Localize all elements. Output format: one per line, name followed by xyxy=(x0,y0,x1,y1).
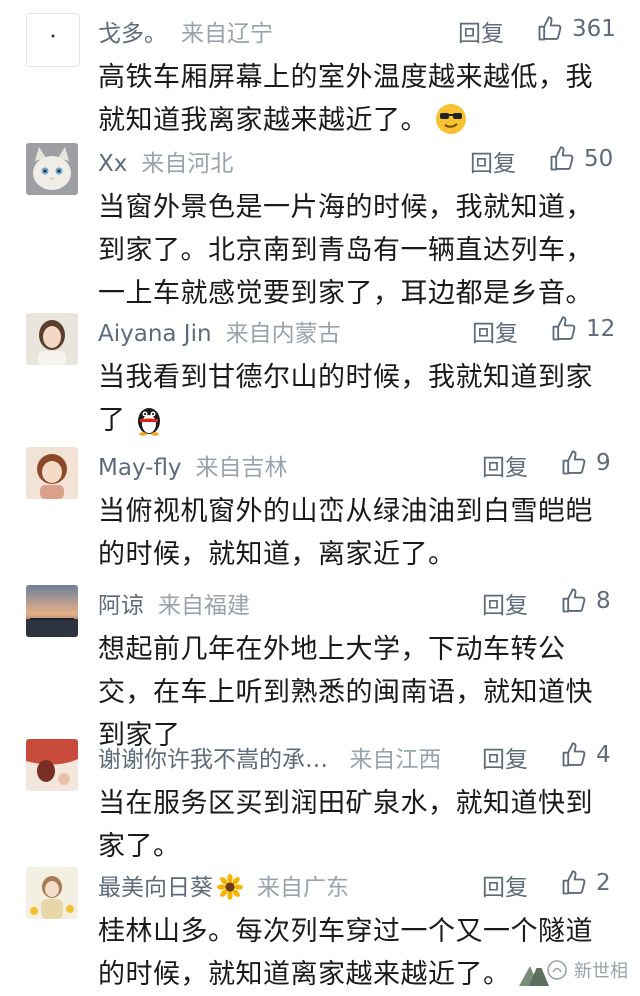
location-label: 来自吉林 xyxy=(195,455,288,481)
location-label: 来自江西 xyxy=(349,747,442,773)
thumbs-up-icon xyxy=(562,450,586,475)
penguin-emoji xyxy=(137,408,160,436)
username[interactable]: 戈多。 来自辽宁 xyxy=(98,14,273,48)
location-label: 来自福建 xyxy=(158,593,250,619)
thumbs-up-icon xyxy=(562,588,586,613)
username[interactable]: Aiyana Jin 来自内蒙古 xyxy=(98,314,341,348)
comment-text: 高铁车厢屏幕上的室外温度越来越低，我就知道我离家越来越近了。 xyxy=(98,62,593,136)
thumbs-up-icon xyxy=(562,870,586,895)
reply-button[interactable]: 回复 xyxy=(482,586,528,620)
thumbs-up-icon xyxy=(562,742,586,767)
watermark-logo-icon xyxy=(547,960,567,980)
comment-text: 当在服务区买到润田矿泉水，就知道快到家了。 xyxy=(98,788,593,862)
like-button[interactable]: 12 xyxy=(550,310,615,348)
like-count: 2 xyxy=(596,870,611,896)
avatar[interactable] xyxy=(26,313,78,365)
like-button[interactable]: 9 xyxy=(560,444,611,482)
reply-button[interactable]: 回复 xyxy=(470,144,516,178)
watermark-label: 新世相 xyxy=(574,961,628,982)
thumbs-up-icon xyxy=(552,316,576,341)
avatar[interactable] xyxy=(26,585,78,637)
location-label: 来自内蒙古 xyxy=(225,321,341,347)
like-count: 8 xyxy=(596,588,611,614)
like-count: 361 xyxy=(572,16,616,42)
reply-button[interactable]: 回复 xyxy=(482,448,528,482)
sunglasses-emoji xyxy=(436,104,466,134)
location-label: 来自辽宁 xyxy=(181,21,273,47)
reply-button[interactable]: 回复 xyxy=(458,14,504,48)
avatar[interactable] xyxy=(26,867,78,919)
avatar[interactable] xyxy=(26,739,78,791)
like-count: 50 xyxy=(584,146,614,172)
reply-button[interactable]: 回复 xyxy=(482,740,528,774)
reply-button[interactable]: 回复 xyxy=(472,314,518,348)
sunflower-emoji xyxy=(217,874,243,900)
comment-text: 当窗外景色是一片海的时候，我就知道，到家了。北京南到青岛有一辆直达列车，一上车就… xyxy=(98,192,593,309)
comment-text: 当我看到甘德尔山的时候，我就知道到家了 xyxy=(98,362,593,436)
avatar[interactable] xyxy=(26,447,78,499)
reply-button[interactable]: 回复 xyxy=(482,868,528,902)
avatar[interactable] xyxy=(26,143,78,195)
thumbs-up-icon xyxy=(550,146,574,171)
like-button[interactable]: 50 xyxy=(548,140,613,178)
location-label: 来自广东 xyxy=(257,875,349,901)
comment-text: 当俯视机窗外的山峦从绿油油到白雪皑皑的时候，就知道，离家近了。 xyxy=(98,496,593,570)
like-button[interactable]: 2 xyxy=(560,864,611,902)
like-button[interactable]: 4 xyxy=(560,736,611,774)
watermark: 新世相 xyxy=(546,957,628,983)
location-label: 来自河北 xyxy=(141,151,234,177)
thumbs-up-icon xyxy=(538,16,562,41)
avatar[interactable] xyxy=(26,13,80,67)
like-count: 9 xyxy=(596,450,611,476)
username[interactable]: 谢谢你许我不嵩的承… 来自江西 xyxy=(98,740,441,774)
username[interactable]: May-fly 来自吉林 xyxy=(98,448,288,482)
like-button[interactable]: 8 xyxy=(560,582,611,620)
like-count: 4 xyxy=(596,742,611,768)
username[interactable]: Xx 来自河北 xyxy=(98,144,233,178)
username[interactable]: 最美向日葵 来自广东 xyxy=(98,868,349,902)
like-count: 12 xyxy=(586,316,616,342)
username[interactable]: 阿谅 来自福建 xyxy=(98,586,250,620)
like-button[interactable]: 361 xyxy=(536,10,616,48)
comment-text: 桂林山多。每次列车穿过一个又一个隧道的时候，就知道离家越来越近了。 xyxy=(98,916,593,990)
